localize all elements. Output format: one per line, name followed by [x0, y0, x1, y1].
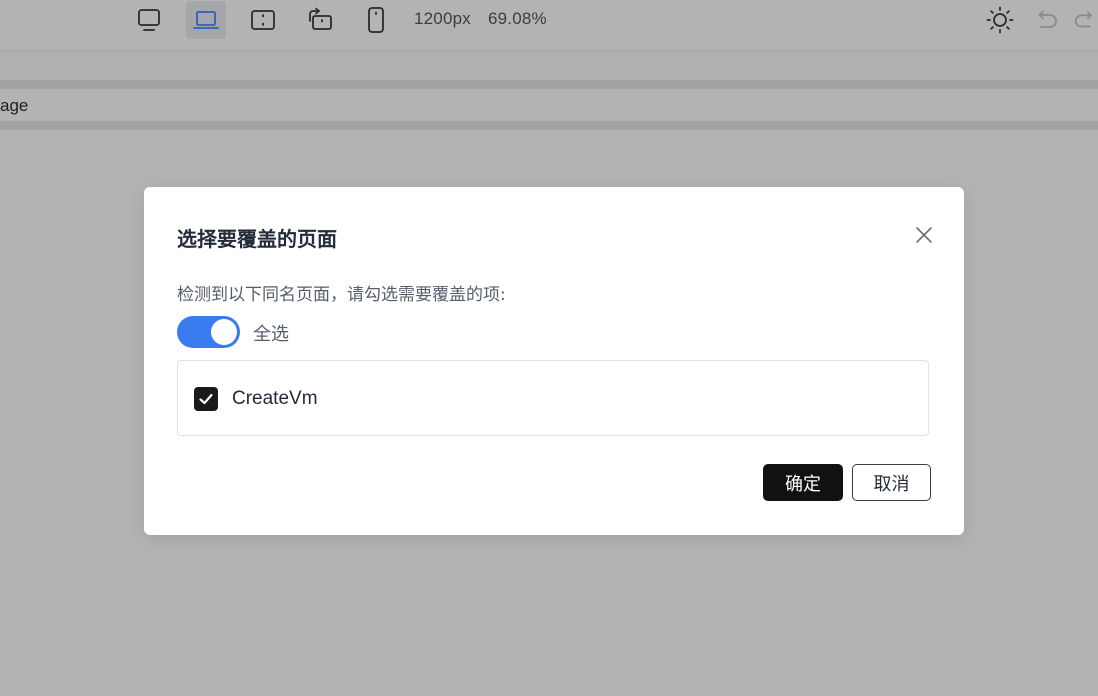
tablet-rotate-icon [309, 7, 332, 30]
toggle-knob [211, 319, 237, 345]
dialog-description: 检测到以下同名页面，请勾选需要覆盖的项: [177, 285, 506, 305]
page-list: CreateVm [177, 360, 929, 436]
width-readout: 1200px [414, 9, 471, 28]
list-item[interactable]: CreateVm [194, 386, 318, 412]
zoom-readout: 69.08% [488, 9, 547, 28]
confirm-button[interactable]: 确定 [763, 464, 843, 501]
select-all-label: 全选 [253, 324, 289, 345]
device-rotate-button[interactable] [300, 1, 340, 39]
item-label: CreateVm [232, 388, 318, 409]
device-phone-button[interactable] [356, 1, 396, 39]
undo-button[interactable] [1026, 1, 1066, 39]
select-all-toggle[interactable] [177, 316, 240, 348]
dialog-title: 选择要覆盖的页面 [177, 227, 337, 251]
overwrite-pages-dialog: 选择要覆盖的页面 检测到以下同名页面，请勾选需要覆盖的项: 全选 CreateV… [144, 187, 964, 535]
tablet-landscape-icon [251, 10, 275, 30]
phone-icon [368, 7, 384, 33]
sun-icon [986, 6, 1014, 34]
redo-icon [1074, 11, 1092, 28]
device-laptop-button[interactable] [186, 1, 226, 39]
divider [0, 121, 1098, 130]
page-tab-label[interactable]: age [0, 96, 28, 116]
cancel-button[interactable]: 取消 [852, 464, 931, 501]
theme-toggle-button[interactable] [980, 1, 1020, 39]
check-icon [199, 393, 213, 405]
device-tablet-landscape-button[interactable] [243, 1, 283, 39]
divider [0, 80, 1098, 89]
top-toolbar: 1200px 69.08% [0, 0, 1098, 51]
secondary-bar [0, 51, 1098, 79]
close-button[interactable] [914, 225, 934, 245]
device-desktop-button[interactable] [129, 1, 169, 39]
laptop-icon [193, 11, 219, 29]
page-bar [0, 89, 1098, 121]
close-icon [916, 227, 932, 243]
redo-button[interactable] [1068, 1, 1098, 39]
monitor-icon [138, 9, 160, 31]
item-checkbox[interactable] [194, 387, 218, 411]
undo-icon [1038, 10, 1057, 28]
